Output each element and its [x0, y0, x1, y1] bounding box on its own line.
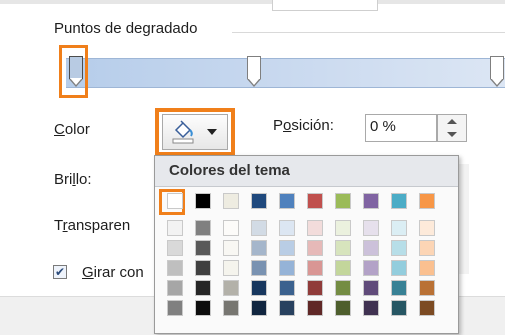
swatch-variant-6-2[interactable]: [307, 240, 323, 256]
color-label: Color: [54, 121, 90, 138]
theme-colors-panel: Colores del tema: [154, 155, 459, 334]
swatch-theme-4[interactable]: [251, 193, 267, 209]
color-button[interactable]: [162, 114, 228, 150]
swatch-variant-4-3[interactable]: [251, 260, 267, 276]
swatch-variant-6-5[interactable]: [307, 300, 323, 316]
swatch-variant-6-3[interactable]: [307, 260, 323, 276]
swatch-variant-5-4[interactable]: [279, 280, 295, 296]
swatch-variant-2-2[interactable]: [195, 240, 211, 256]
transparencia-label: Transparen: [54, 217, 131, 234]
swatch-theme-2[interactable]: [195, 193, 211, 209]
swatch-variant-10-1[interactable]: [419, 220, 435, 236]
swatch-variant-2-3[interactable]: [195, 260, 211, 276]
swatch-variant-3-1[interactable]: [223, 220, 239, 236]
swatch-variant-8-1[interactable]: [363, 220, 379, 236]
swatch-variant-7-1[interactable]: [335, 220, 351, 236]
swatch-variant-1-4[interactable]: [167, 280, 183, 296]
swatch-theme-8[interactable]: [363, 193, 379, 209]
chevron-down-icon: [207, 129, 217, 135]
spin-up-button[interactable]: [438, 115, 466, 128]
panel-title: Colores del tema: [169, 162, 290, 179]
selected-stop-highlight: [59, 45, 88, 98]
rotate-label: Girar con: [82, 264, 144, 281]
swatch-variant-3-2[interactable]: [223, 240, 239, 256]
swatch-variant-1-3[interactable]: [167, 260, 183, 276]
swatch-theme-3[interactable]: [223, 193, 239, 209]
swatch-variant-3-3[interactable]: [223, 260, 239, 276]
swatch-variant-9-1[interactable]: [391, 220, 407, 236]
swatch-variant-4-2[interactable]: [251, 240, 267, 256]
swatch-variant-8-4[interactable]: [363, 280, 379, 296]
swatch-variant-2-5[interactable]: [195, 300, 211, 316]
swatch-variant-4-1[interactable]: [251, 220, 267, 236]
swatch-variant-10-2[interactable]: [419, 240, 435, 256]
swatch-theme-10[interactable]: [419, 193, 435, 209]
section-title: Puntos de degradado: [54, 20, 198, 37]
gradient-stop-3[interactable]: [490, 56, 504, 87]
swatch-theme-5[interactable]: [279, 193, 295, 209]
swatch-variant-3-5[interactable]: [223, 300, 239, 316]
swatch-variant-2-4[interactable]: [195, 280, 211, 296]
swatch-variant-9-3[interactable]: [391, 260, 407, 276]
swatch-variant-1-2[interactable]: [167, 240, 183, 256]
swatch-variant-5-1[interactable]: [279, 220, 295, 236]
swatch-variant-9-2[interactable]: [391, 240, 407, 256]
swatch-variant-7-4[interactable]: [335, 280, 351, 296]
swatch-theme-9[interactable]: [391, 193, 407, 209]
swatch-variant-2-1[interactable]: [195, 220, 211, 236]
swatch-variant-1-1[interactable]: [167, 220, 183, 236]
swatch-variant-6-1[interactable]: [307, 220, 323, 236]
rotate-checkbox[interactable]: ✔: [53, 265, 67, 279]
upper-control-edge: [272, 0, 378, 11]
posicion-label: Posición:: [273, 117, 334, 134]
swatch-variant-4-4[interactable]: [251, 280, 267, 296]
swatch-theme-6[interactable]: [307, 193, 323, 209]
swatch-variant-10-5[interactable]: [419, 300, 435, 316]
swatch-variant-8-5[interactable]: [363, 300, 379, 316]
panel-header: Colores del tema: [155, 156, 458, 187]
swatch-variant-5-2[interactable]: [279, 240, 295, 256]
swatch-variant-9-5[interactable]: [391, 300, 407, 316]
swatch-theme-7[interactable]: [335, 193, 351, 209]
position-input[interactable]: 0 %: [365, 114, 437, 142]
swatch-variant-7-2[interactable]: [335, 240, 351, 256]
section-rule: [232, 32, 505, 33]
gradient-stop-2[interactable]: [247, 56, 261, 87]
brillo-label: Brillo:: [54, 171, 92, 188]
gradient-bar[interactable]: [66, 58, 505, 88]
spin-down-button[interactable]: [438, 128, 466, 141]
swatch-variant-8-2[interactable]: [363, 240, 379, 256]
swatch-variant-5-5[interactable]: [279, 300, 295, 316]
swatch-variant-10-3[interactable]: [419, 260, 435, 276]
swatch-variant-7-3[interactable]: [335, 260, 351, 276]
swatch-variant-5-3[interactable]: [279, 260, 295, 276]
paint-bucket-icon: [172, 120, 194, 144]
swatch-variant-10-4[interactable]: [419, 280, 435, 296]
swatch-variant-4-5[interactable]: [251, 300, 267, 316]
top-divider: [0, 0, 505, 4]
swatch-variant-3-4[interactable]: [223, 280, 239, 296]
swatch-theme-1[interactable]: [167, 193, 183, 209]
swatch-variant-7-5[interactable]: [335, 300, 351, 316]
swatch-variant-8-3[interactable]: [363, 260, 379, 276]
swatch-variant-9-4[interactable]: [391, 280, 407, 296]
swatch-variant-6-4[interactable]: [307, 280, 323, 296]
position-spinner[interactable]: [437, 114, 467, 142]
swatch-variant-1-5[interactable]: [167, 300, 183, 316]
